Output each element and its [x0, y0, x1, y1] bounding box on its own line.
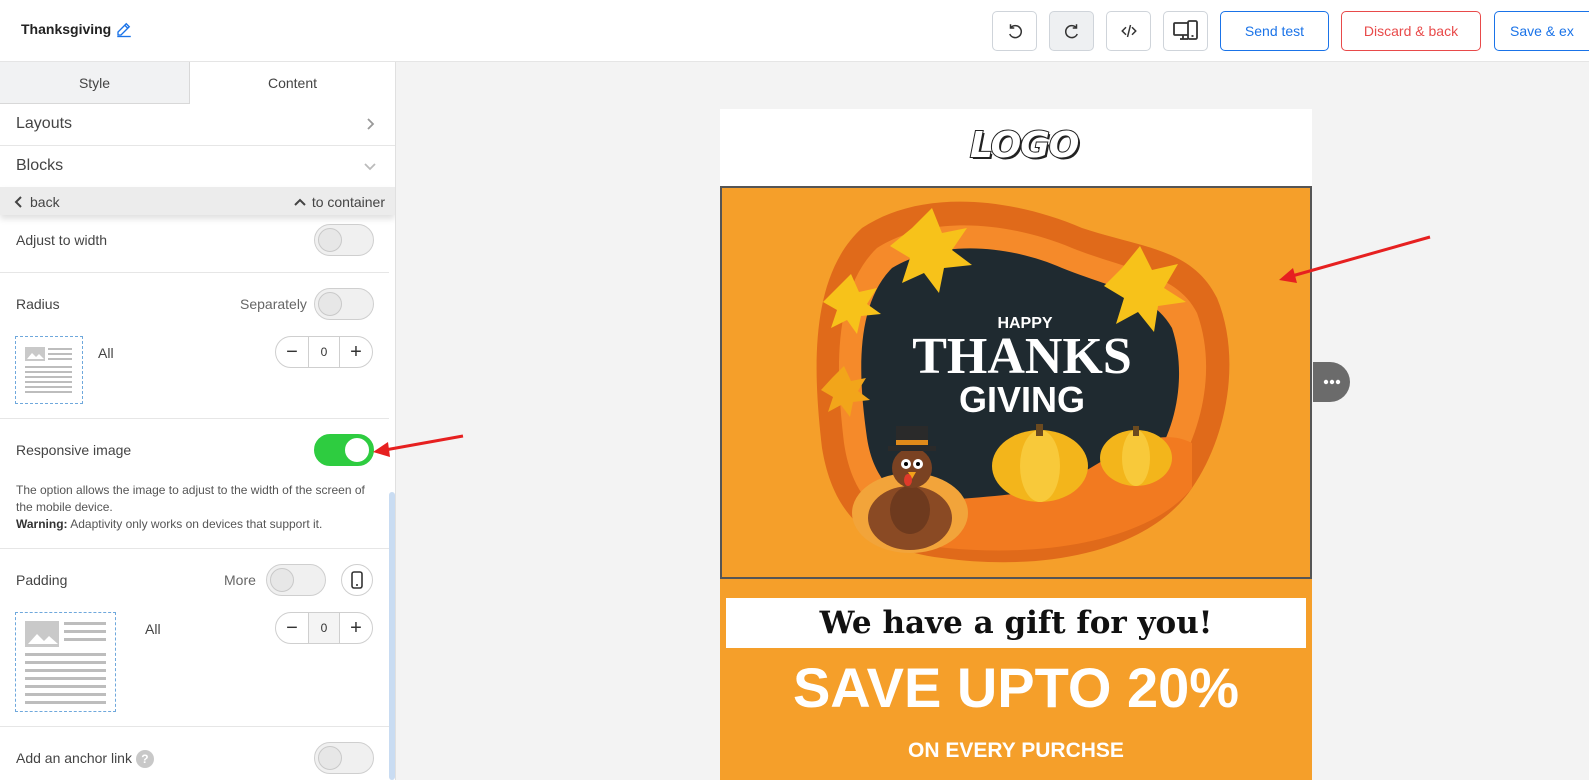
toggle-knob — [318, 292, 342, 316]
radius-preview-thumbnail — [15, 336, 83, 404]
save-exit-button[interactable]: Save & ex — [1494, 11, 1589, 51]
radius-value[interactable]: 0 — [308, 337, 340, 367]
panel-tabs: Style Content — [0, 62, 395, 104]
device-preview-button[interactable] — [1163, 11, 1208, 51]
layouts-label: Layouts — [16, 115, 73, 132]
hero-giving-text: GIVING — [959, 379, 1085, 420]
decrement-button[interactable]: − — [276, 613, 308, 643]
radius-separately-toggle[interactable] — [314, 288, 374, 320]
mobile-padding-button[interactable] — [341, 564, 373, 596]
padding-all-label: All — [145, 621, 161, 637]
chevron-left-icon — [14, 196, 22, 208]
toggle-knob — [270, 568, 294, 592]
blocks-section[interactable]: Blocks — [0, 146, 395, 188]
discard-back-button[interactable]: Discard & back — [1341, 11, 1481, 51]
padding-preview-thumbnail — [15, 612, 116, 712]
tab-style[interactable]: Style — [0, 62, 190, 104]
toggle-knob — [345, 438, 369, 462]
to-container-label: to container — [311, 194, 385, 210]
hero-thanks-text: THANKS — [912, 328, 1132, 385]
thanksgiving-hero-image: HAPPY THANKS GIVING — [816, 201, 1230, 563]
chevron-right-icon — [367, 118, 375, 130]
save-headline[interactable]: SAVE UPTO 20% — [720, 655, 1312, 720]
back-link[interactable]: back — [14, 194, 60, 210]
back-label: back — [30, 194, 60, 210]
padding-more-toggle[interactable] — [266, 564, 326, 596]
chevron-up-icon — [294, 198, 306, 206]
responsive-image-label: Responsive image — [16, 442, 132, 458]
padding-value[interactable]: 0 — [308, 613, 340, 643]
warning-text: Adaptivity only works on devices that su… — [70, 517, 323, 531]
redo-button[interactable] — [1049, 11, 1094, 51]
settings-panel: Style Content Layouts Blocks back to con… — [0, 62, 396, 780]
to-container-link[interactable]: to container — [294, 194, 385, 210]
blocks-label: Blocks — [16, 157, 64, 174]
responsive-desc-text: The option allows the image to adjust to… — [16, 483, 365, 514]
smartphone-icon — [351, 571, 363, 589]
every-purchase-text[interactable]: ON EVERY PURCHSE — [720, 739, 1312, 763]
block-more-options-button[interactable] — [1313, 362, 1350, 402]
help-icon[interactable]: ? — [135, 750, 154, 769]
logo: LOGO — [969, 124, 1080, 167]
send-test-button[interactable]: Send test — [1220, 11, 1329, 51]
panel-scrollbar[interactable] — [389, 492, 395, 780]
chevron-down-icon — [364, 163, 376, 171]
adjust-to-width-label: Adjust to width — [16, 232, 108, 248]
increment-button[interactable]: + — [340, 613, 372, 643]
divider — [0, 418, 389, 419]
hero-image-block[interactable]: HAPPY THANKS GIVING — [720, 186, 1312, 579]
block-navigation-bar: back to container — [0, 187, 395, 215]
radius-stepper[interactable]: − 0 + — [275, 336, 373, 368]
toggle-knob — [318, 228, 342, 252]
pencil-edit-icon[interactable] — [115, 20, 133, 38]
top-toolbar: Thanksgiving Send test Discard & back Sa… — [0, 0, 1589, 62]
divider — [0, 726, 389, 727]
radius-separately-label: Separately — [240, 296, 307, 312]
promo-block[interactable]: We have a gift for you! SAVE UPTO 20% ON… — [720, 579, 1312, 780]
tab-content[interactable]: Content — [190, 62, 395, 104]
anchor-link-row: Add an anchor link? — [16, 750, 154, 769]
responsive-image-description: The option allows the image to adjust to… — [16, 482, 376, 533]
padding-label: Padding — [16, 572, 68, 588]
layouts-section[interactable]: Layouts — [0, 104, 395, 146]
logo-block[interactable]: LOGO — [720, 109, 1312, 185]
divider — [0, 272, 389, 273]
undo-icon — [1008, 24, 1022, 39]
redo-icon — [1064, 24, 1078, 39]
code-icon — [1120, 24, 1137, 38]
anchor-link-toggle[interactable] — [314, 742, 374, 774]
undo-button[interactable] — [992, 11, 1037, 51]
divider — [0, 548, 389, 549]
increment-button[interactable]: + — [340, 337, 372, 367]
devices-icon — [1172, 20, 1198, 40]
image-placeholder-icon — [25, 621, 106, 704]
more-horizontal-icon — [1323, 379, 1340, 385]
email-title: Thanksgiving — [21, 21, 112, 37]
padding-more-label: More — [224, 572, 256, 588]
radius-all-label: All — [98, 345, 114, 361]
adjust-to-width-toggle[interactable] — [314, 224, 374, 256]
gift-headline[interactable]: We have a gift for you! — [726, 598, 1306, 648]
toggle-knob — [318, 746, 342, 770]
email-canvas: LOGO HAPPY THANKS GIVING We have a gift … — [720, 109, 1312, 780]
padding-stepper[interactable]: − 0 + — [275, 612, 373, 644]
code-view-button[interactable] — [1106, 11, 1151, 51]
anchor-link-label: Add an anchor link — [16, 750, 132, 766]
decrement-button[interactable]: − — [276, 337, 308, 367]
radius-label: Radius — [16, 296, 60, 312]
image-placeholder-icon — [25, 347, 72, 393]
responsive-image-toggle[interactable] — [314, 434, 374, 466]
warning-label: Warning: — [16, 517, 68, 531]
